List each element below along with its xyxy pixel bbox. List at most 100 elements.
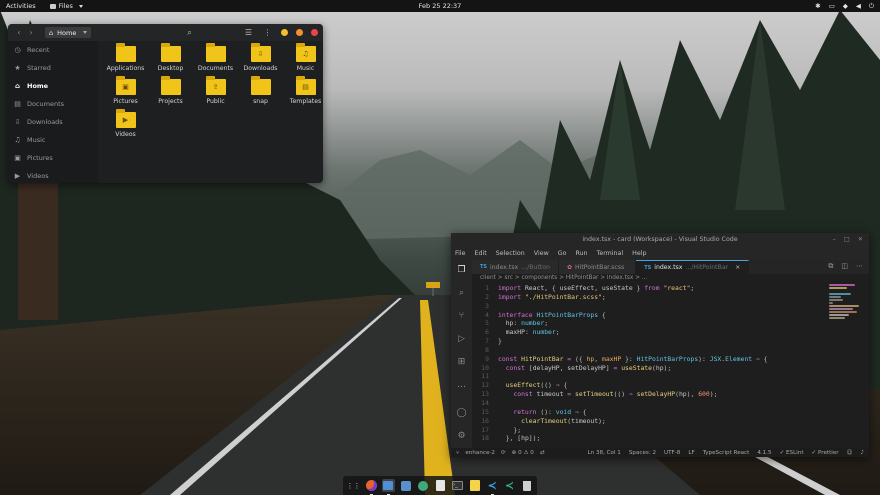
maximize-button[interactable]: □: [844, 233, 850, 247]
back-arrow-icon[interactable]: ‹: [13, 28, 25, 38]
scss-file-icon: ✿: [566, 263, 572, 271]
close-tab-icon[interactable]: ×: [735, 264, 740, 271]
sidebar-item-videos[interactable]: ▶ Videos: [8, 167, 98, 183]
battery-icon[interactable]: ▭: [829, 2, 835, 10]
breadcrumb[interactable]: client > src > components > HitPointBar …: [472, 274, 869, 283]
app-menu-files[interactable]: Files: [49, 2, 83, 10]
git-branch[interactable]: enhance-2: [465, 450, 495, 456]
sidebar-item-music[interactable]: ♫ Music: [8, 131, 98, 149]
system-tray[interactable]: ✱ ▭ ◆ ◀ ⏻: [815, 0, 874, 12]
terminal-icon[interactable]: ›_: [452, 479, 464, 492]
encoding[interactable]: UTF-8: [664, 450, 680, 456]
forward-arrow-icon[interactable]: ›: [25, 28, 37, 38]
software-store-icon[interactable]: [400, 479, 412, 492]
close-button[interactable]: [311, 29, 318, 36]
source-control-icon[interactable]: ⑂: [456, 310, 468, 322]
minimize-button[interactable]: [281, 29, 288, 36]
folder-documents[interactable]: Documents: [193, 43, 238, 73]
show-apps-grid-icon[interactable]: ⋮⋮: [347, 479, 361, 492]
notes-icon[interactable]: [469, 479, 481, 492]
line-ending[interactable]: LF: [688, 450, 694, 456]
folder-projects[interactable]: Projects: [148, 76, 193, 106]
editor-tab[interactable]: ✿ HitPointBar.scss: [558, 260, 637, 274]
git-branch-icon[interactable]: ⑂: [456, 450, 459, 456]
split-editor-icon[interactable]: ◫: [841, 262, 848, 271]
explorer-icon[interactable]: ❐: [456, 264, 468, 276]
folder-videos[interactable]: ▶ Videos: [103, 109, 148, 139]
menu-item-go[interactable]: Go: [558, 250, 567, 257]
activities-button[interactable]: Activities: [6, 2, 36, 10]
indentation[interactable]: Spaces: 2: [629, 450, 656, 456]
folder-pictures[interactable]: ▣ Pictures: [103, 76, 148, 106]
menu-item-run[interactable]: Run: [575, 250, 587, 257]
folder-applications[interactable]: Applications: [103, 43, 148, 73]
close-button[interactable]: ✕: [858, 233, 863, 247]
menu-item-view[interactable]: View: [534, 250, 549, 257]
folder-public[interactable]: ⇪ Public: [193, 76, 238, 106]
language-mode[interactable]: TypeScript React: [703, 450, 750, 456]
music-icon: ♫: [14, 136, 21, 144]
search-icon[interactable]: ⌕: [456, 287, 468, 299]
more-actions-icon[interactable]: ⋯: [856, 262, 863, 271]
more-icon[interactable]: …: [456, 379, 468, 391]
folder-downloads[interactable]: ⇩ Downloads: [238, 43, 283, 73]
sidebar-item-starred[interactable]: ★ Starred: [8, 59, 98, 77]
problems-count[interactable]: ⊗ 0 ⚠ 0: [512, 450, 534, 456]
search-icon[interactable]: ⌕: [184, 27, 195, 38]
maximize-button[interactable]: [296, 29, 303, 36]
folder-desktop[interactable]: Desktop: [148, 43, 193, 73]
trash-icon[interactable]: [521, 479, 533, 492]
ts-version[interactable]: 4.1.5: [757, 450, 771, 456]
code-editor[interactable]: 1 import React, { useEffect, useState } f…: [472, 284, 822, 447]
volume-icon[interactable]: ◀: [856, 2, 861, 10]
editor-tab[interactable]: TS index.tsx .../Button: [472, 260, 559, 274]
live-share-icon[interactable]: ⇄: [540, 450, 545, 456]
run-debug-icon[interactable]: ▷: [456, 333, 468, 345]
sidebar-item-documents[interactable]: ▤ Documents: [8, 95, 98, 113]
vscode-insiders-icon[interactable]: ≺: [503, 479, 515, 492]
menu-item-help[interactable]: Help: [632, 250, 646, 257]
bluetooth-icon[interactable]: ✱: [815, 2, 820, 10]
extensions-icon[interactable]: ⊞: [456, 356, 468, 368]
vscode-icon[interactable]: ≺: [486, 479, 498, 495]
location-breadcrumb[interactable]: ⌂ Home: [45, 27, 92, 38]
sidebar-item-label: Videos: [27, 172, 49, 180]
cursor-position[interactable]: Ln 38, Col 1: [588, 450, 621, 456]
eslint-status[interactable]: ✓ ESLint: [780, 450, 804, 456]
minimap[interactable]: [829, 284, 863, 324]
compare-icon[interactable]: ⧉: [828, 262, 833, 271]
menu-icon[interactable]: ⋮: [262, 27, 273, 38]
sidebar-item-downloads[interactable]: ⇩ Downloads: [8, 113, 98, 131]
files-icon[interactable]: [382, 479, 395, 495]
menu-item-edit[interactable]: Edit: [475, 250, 487, 257]
menu-item-terminal[interactable]: Terminal: [597, 250, 624, 257]
minimize-button[interactable]: –: [833, 233, 836, 247]
power-icon[interactable]: ⏻: [869, 2, 874, 11]
sync-icon[interactable]: ⟳: [501, 450, 506, 456]
sidebar-item-home[interactable]: ⌂ Home: [8, 77, 98, 95]
menu-item-file[interactable]: File: [455, 250, 466, 257]
prettier-status[interactable]: ✓ Prettier: [812, 450, 839, 456]
folder-icon: ▣: [115, 76, 136, 95]
sidebar-item-recent[interactable]: ◷ Recent: [8, 41, 98, 59]
folder-templates[interactable]: ▤ Templates: [283, 76, 323, 106]
notifications-bell-icon[interactable]: ♪: [860, 450, 864, 456]
menu-item-selection[interactable]: Selection: [496, 250, 525, 257]
account-icon[interactable]: ◯: [456, 407, 468, 419]
settings-gear-icon[interactable]: ⚙: [456, 430, 468, 442]
settings-icon[interactable]: [417, 479, 429, 492]
line-number: 5: [485, 319, 489, 328]
sidebar-item-pictures[interactable]: ▣ Pictures: [8, 149, 98, 167]
folder-icon: ♫: [295, 43, 316, 62]
folder-music[interactable]: ♫ Music: [283, 43, 323, 73]
home-icon: ⌂: [49, 28, 54, 37]
firefox-icon[interactable]: [365, 479, 377, 495]
folder-snap[interactable]: snap: [238, 76, 283, 106]
vscode-window: index.tsx - card (Workspace) - Visual St…: [451, 233, 869, 457]
text-editor-icon[interactable]: [434, 479, 446, 492]
editor-tab[interactable]: TS index.tsx .../HitPointBar ×: [636, 260, 750, 274]
feedback-icon[interactable]: ☺: [847, 450, 853, 456]
network-icon[interactable]: ◆: [843, 2, 848, 10]
view-options-icon[interactable]: ☰: [243, 27, 254, 38]
clock[interactable]: Feb 25 22:37: [419, 2, 462, 10]
